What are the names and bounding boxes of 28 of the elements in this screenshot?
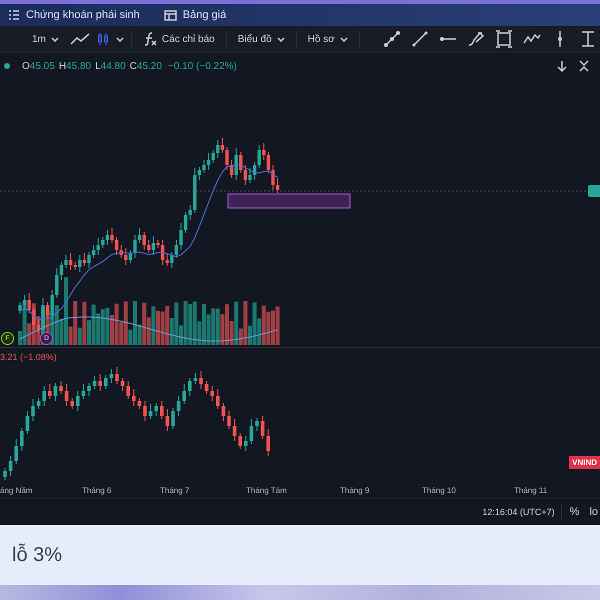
scale-button[interactable]: lo	[587, 506, 600, 518]
ohlc-label: H	[58, 60, 66, 72]
axis-label: Tháng 6	[82, 486, 112, 494]
axis-label: Tháng 10	[422, 486, 457, 494]
ohlc-label: L	[95, 60, 101, 72]
axis-label: Tháng 11	[514, 486, 548, 494]
indicator-reading: 3.21 (−1.08%)	[0, 352, 57, 362]
axis-label: Tháng 9	[340, 486, 370, 494]
ohlc-value: 45.80	[66, 60, 92, 72]
ohlc-label: C	[130, 60, 137, 72]
index-badge: VNIND	[569, 456, 600, 469]
clock-text: 12:16:04 (UTC+7)	[482, 507, 555, 517]
axis-label: Tháng Tám	[246, 486, 288, 494]
note-text: lỗ 3%	[12, 544, 62, 566]
ohlc-value: 45.20	[136, 60, 162, 72]
ohlc-value: 45.05	[30, 60, 55, 72]
dropdown-button[interactable]: Hồ sơ	[304, 34, 352, 44]
tab[interactable]: Chứng khoán phái sinh	[8, 9, 140, 21]
axis-label: áng Năm	[0, 486, 34, 494]
indicators-button[interactable]: Các chỉ báo	[138, 32, 219, 46]
ohlc-value: 44.80	[100, 60, 126, 72]
scale-button[interactable]: %	[568, 506, 582, 518]
dropdown-button[interactable]: Biểu đồ	[234, 34, 289, 44]
dropdown-button[interactable]: 1m	[28, 34, 63, 44]
price-change: −0.10 (−0.22%)	[168, 60, 237, 72]
tab[interactable]: Bảng giá	[164, 9, 226, 21]
axis-label: Tháng 7	[160, 486, 190, 494]
ohlc-label: O	[22, 60, 30, 72]
